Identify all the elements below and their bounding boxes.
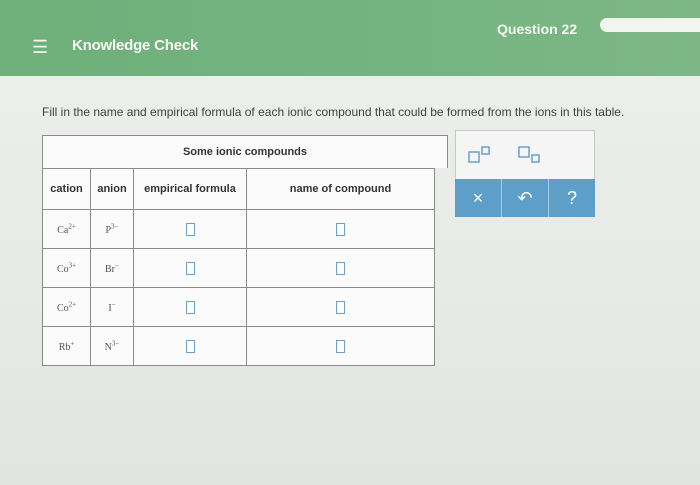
compound-name-input[interactable] bbox=[246, 248, 435, 288]
answer-input-box[interactable] bbox=[185, 339, 195, 353]
subscript-template-icon[interactable] bbox=[506, 131, 556, 179]
table-row: Ca2+ P3− bbox=[42, 209, 435, 249]
empirical-formula-input[interactable] bbox=[133, 248, 247, 288]
answer-input-box[interactable] bbox=[336, 222, 345, 236]
answer-input-box[interactable] bbox=[336, 339, 345, 353]
table-row: Co3+ Br− bbox=[42, 248, 435, 288]
answer-input-box[interactable] bbox=[185, 261, 195, 275]
instructions-text: Fill in the name and empirical formula o… bbox=[42, 105, 625, 119]
cation-cell: Co3+ bbox=[42, 248, 91, 288]
table-caption: Some ionic compounds bbox=[42, 135, 448, 168]
question-number: Question 22 bbox=[497, 21, 578, 37]
column-header-anion: anion bbox=[90, 168, 134, 210]
empirical-formula-input[interactable] bbox=[133, 287, 247, 327]
answer-input-box[interactable] bbox=[185, 300, 195, 314]
action-buttons: × ↶ ? bbox=[455, 179, 595, 217]
anion-cell: I− bbox=[90, 287, 134, 327]
compound-name-input[interactable] bbox=[246, 326, 435, 366]
answer-input-box[interactable] bbox=[336, 300, 345, 314]
compound-name-input[interactable] bbox=[246, 209, 435, 249]
clear-button[interactable]: × bbox=[455, 179, 501, 217]
answer-input-box[interactable] bbox=[185, 222, 195, 236]
subscript-template-glyph bbox=[518, 146, 540, 163]
template-buttons bbox=[455, 130, 595, 179]
column-header-name-of-compound: name of compound bbox=[246, 168, 435, 210]
empirical-formula-input[interactable] bbox=[133, 326, 247, 366]
formula-toolbar: × ↶ ? bbox=[455, 130, 595, 217]
compound-name-input[interactable] bbox=[246, 287, 435, 327]
column-header-cation: cation bbox=[42, 168, 91, 210]
cation-cell: Ca2+ bbox=[42, 209, 91, 249]
anion-cell: N3− bbox=[90, 326, 134, 366]
undo-button[interactable]: ↶ bbox=[501, 179, 548, 217]
ionic-compounds-table: Some ionic compounds cation anion empiri… bbox=[42, 135, 448, 366]
empirical-formula-input[interactable] bbox=[133, 209, 247, 249]
help-button[interactable]: ? bbox=[548, 179, 595, 217]
table-row: Rb+ N3− bbox=[42, 326, 435, 366]
progress-bar bbox=[600, 18, 700, 32]
cation-cell: Co2+ bbox=[42, 287, 91, 327]
superscript-template-glyph bbox=[468, 146, 490, 163]
anion-cell: P3− bbox=[90, 209, 134, 249]
anion-cell: Br− bbox=[90, 248, 134, 288]
table-row: Co2+ I− bbox=[42, 287, 435, 327]
header-bar: ☰ Knowledge Check Question 22 bbox=[0, 0, 700, 76]
cation-cell: Rb+ bbox=[42, 326, 91, 366]
superscript-template-icon[interactable] bbox=[456, 131, 506, 179]
hamburger-menu-icon[interactable]: ☰ bbox=[32, 38, 48, 56]
page-title: Knowledge Check bbox=[72, 37, 199, 54]
answer-input-box[interactable] bbox=[336, 261, 345, 275]
column-header-empirical-formula: empirical formula bbox=[133, 168, 247, 210]
